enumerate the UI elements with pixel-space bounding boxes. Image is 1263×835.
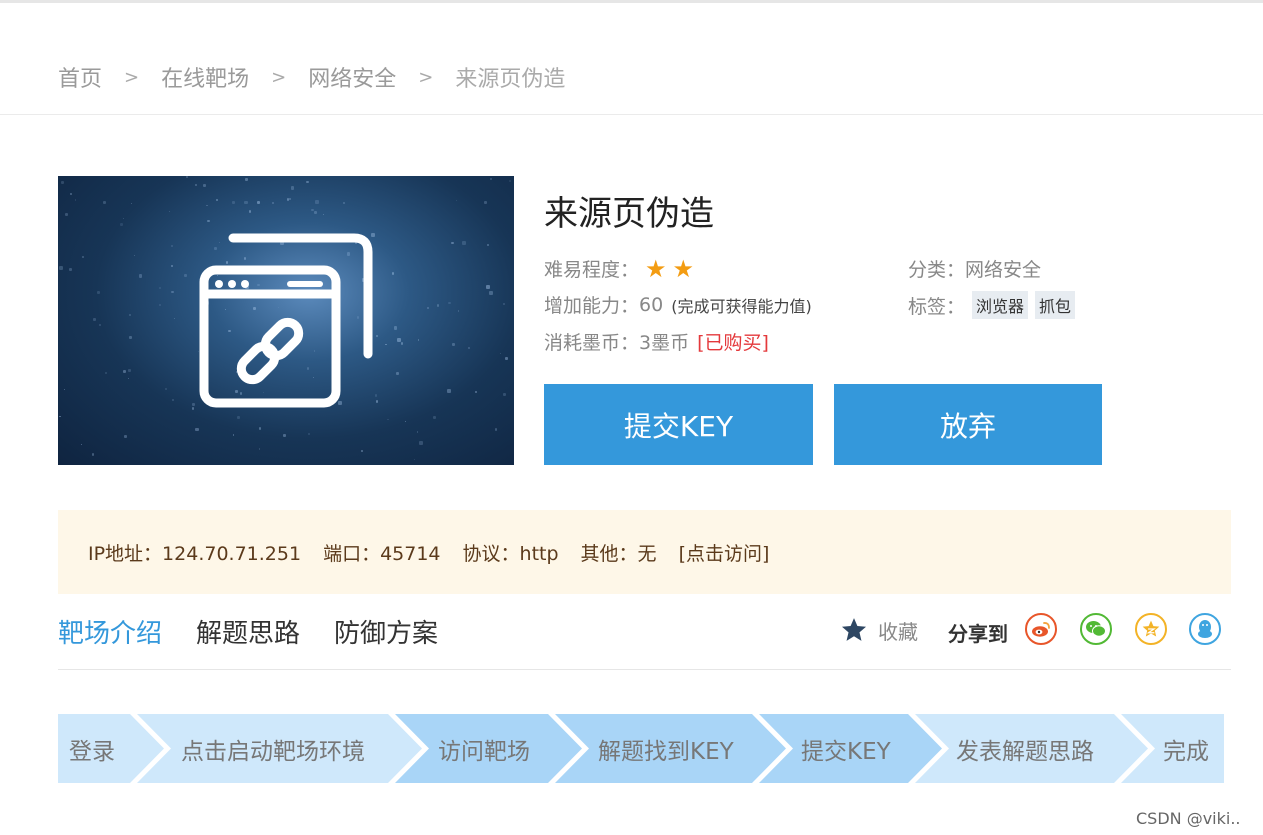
category-row: 分类： 网络安全	[908, 255, 1041, 282]
tab-defense-plan[interactable]: 防御方案	[334, 613, 438, 650]
step-publish-solution: 发表解题思路	[956, 738, 1094, 765]
tab-solution-ideas[interactable]: 解题思路	[196, 613, 300, 650]
category-value: 网络安全	[965, 259, 1042, 281]
qq-penguin-icon	[1198, 620, 1212, 638]
category-label: 分类：	[908, 259, 966, 281]
bought-badge: [已购买]	[697, 332, 769, 354]
breadcrumb-separator: >	[418, 66, 434, 88]
ability-note: (完成可获得能力值)	[671, 296, 812, 316]
tag-browser[interactable]: 浏览器	[972, 291, 1029, 319]
challenge-banner	[58, 176, 514, 465]
tags-label: 标签：	[908, 295, 966, 318]
breadcrumb: 首页 > 在线靶场 > 网络安全 > 来源页伪造	[58, 60, 565, 94]
favorite-button[interactable]: 收藏	[840, 613, 918, 647]
step-complete: 完成	[1163, 738, 1209, 765]
other-info: 其他：无	[580, 542, 657, 565]
breadcrumb-separator: >	[124, 66, 140, 88]
step-find-key: 解题找到KEY	[598, 738, 734, 765]
difficulty-row: 难易程度： ★ ★	[544, 255, 694, 282]
cost-value: 3墨币	[639, 332, 690, 354]
star-icon: ★	[645, 254, 667, 283]
target-info-box: IP地址：124.70.71.251 端口：45714 协议：http 其他：无…	[58, 510, 1231, 594]
step-start-environment: 点击启动靶场环境	[181, 738, 365, 765]
port: 端口：45714	[323, 542, 441, 565]
protocol: 协议：http	[462, 542, 559, 565]
weibo-share-button[interactable]	[1025, 613, 1057, 645]
star-icon	[841, 618, 867, 641]
ip-address: IP地址：124.70.71.251	[88, 542, 302, 565]
share-label: 分享到	[948, 622, 1008, 646]
wechat-icon	[1086, 621, 1106, 637]
breadcrumb-separator: >	[271, 66, 287, 88]
ability-value: 60	[639, 293, 664, 316]
star-icon: ★	[672, 254, 695, 283]
watermark: CSDN @viki..	[1136, 809, 1241, 828]
step-visit-range: 访问靶场	[438, 738, 530, 765]
weibo-icon	[1032, 622, 1050, 637]
step-login: 登录	[69, 738, 115, 765]
breadcrumb-divider	[0, 114, 1263, 115]
challenge-title: 来源页伪造	[544, 194, 714, 234]
ability-row: 增加能力： 60 (完成可获得能力值)	[544, 291, 812, 318]
cost-label: 消耗墨币：	[544, 332, 640, 354]
qq-share-button[interactable]	[1189, 613, 1221, 645]
tabs-divider	[58, 669, 1231, 670]
qzone-icon	[1142, 620, 1160, 637]
breadcrumb-current: 来源页伪造	[455, 67, 566, 92]
top-border	[0, 0, 1263, 3]
qzone-share-button[interactable]	[1135, 613, 1167, 645]
breadcrumb-online-range[interactable]: 在线靶场	[161, 61, 249, 93]
step-submit-key: 提交KEY	[801, 738, 891, 765]
wechat-share-button[interactable]	[1080, 613, 1112, 645]
tag-packet-capture[interactable]: 抓包	[1035, 291, 1076, 319]
submit-key-button[interactable]: 提交KEY	[544, 384, 813, 465]
difficulty-label: 难易程度：	[544, 259, 640, 281]
cost-row: 消耗墨币： 3墨币 [已购买]	[544, 328, 769, 355]
browser-link-icon	[199, 233, 373, 408]
tab-intro[interactable]: 靶场介绍	[58, 613, 162, 650]
ability-label: 增加能力：	[544, 295, 640, 317]
favorite-label: 收藏	[878, 619, 918, 644]
breadcrumb-network-security[interactable]: 网络安全	[308, 61, 396, 93]
breadcrumb-home[interactable]: 首页	[58, 61, 102, 93]
tags-row: 标签： 浏览器 抓包	[908, 291, 1076, 319]
abandon-button[interactable]: 放弃	[834, 384, 1102, 465]
visit-link[interactable]: [点击访问]	[679, 539, 770, 566]
